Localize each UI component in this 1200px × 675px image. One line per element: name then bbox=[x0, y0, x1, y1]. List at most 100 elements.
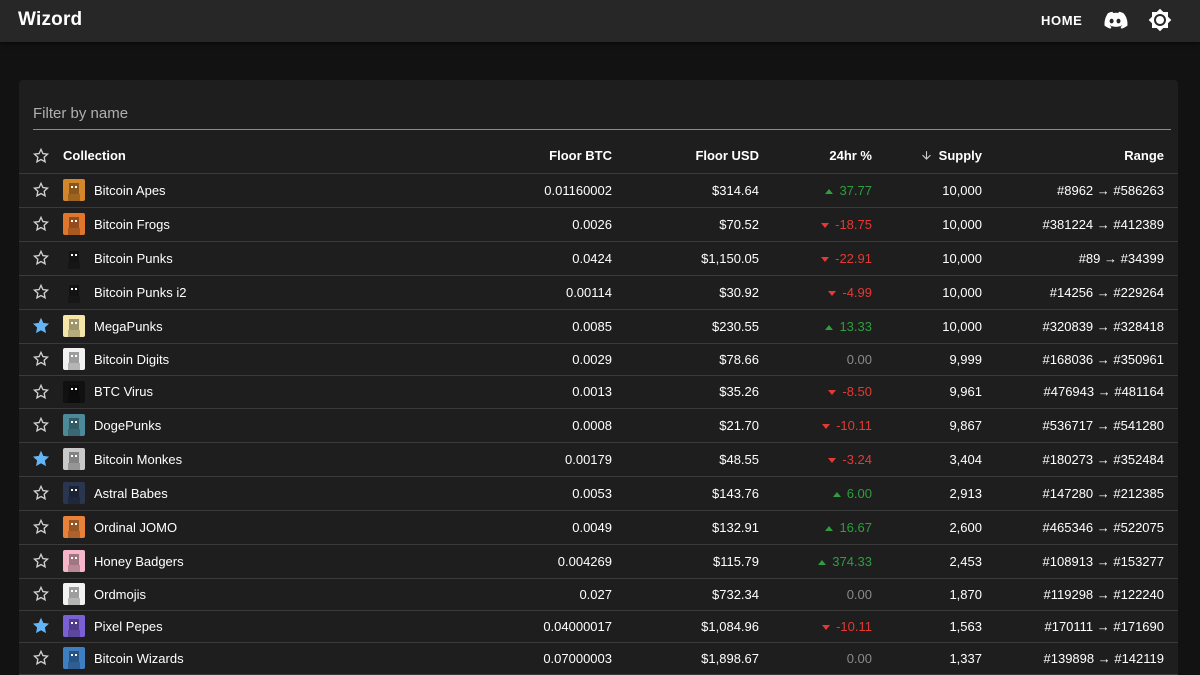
collection-avatar-art bbox=[68, 619, 80, 637]
trend-down-icon bbox=[822, 423, 831, 429]
collection-cell[interactable]: Bitcoin Wizards bbox=[63, 642, 443, 674]
table-row[interactable]: MegaPunks 0.0085 $230.55 13.33 10,000 #320839… bbox=[19, 309, 1178, 343]
table-row[interactable]: Bitcoin Wizards 0.07000003 $1,898.67 0.00 1,… bbox=[19, 642, 1178, 674]
filter-field[interactable] bbox=[33, 96, 1171, 130]
star-icon[interactable] bbox=[32, 147, 50, 165]
favorite-cell[interactable] bbox=[19, 544, 63, 578]
favorite-cell[interactable] bbox=[19, 275, 63, 309]
favorite-cell[interactable] bbox=[19, 241, 63, 275]
column-header-24hr-change[interactable]: 24hr % bbox=[759, 139, 872, 173]
collection-name[interactable]: Bitcoin Monkes bbox=[94, 452, 182, 467]
collection-cell[interactable]: Ordinal JOMO bbox=[63, 510, 443, 544]
table-row[interactable]: Pixel Pepes 0.04000017 $1,084.96 -10.11 1,56… bbox=[19, 610, 1178, 642]
favorite-cell[interactable] bbox=[19, 510, 63, 544]
collection-cell[interactable]: MegaPunks bbox=[63, 309, 443, 343]
star-icon[interactable] bbox=[32, 552, 50, 570]
collection-name[interactable]: DogePunks bbox=[94, 418, 161, 433]
star-icon[interactable] bbox=[32, 249, 50, 267]
star-icon[interactable] bbox=[32, 450, 50, 468]
collection-name[interactable]: Ordinal JOMO bbox=[94, 520, 177, 535]
collection-name[interactable]: Bitcoin Wizards bbox=[94, 651, 184, 666]
collection-cell[interactable]: Pixel Pepes bbox=[63, 610, 443, 642]
table-row[interactable]: Ordmojis 0.027 $732.34 0.00 1,870 #119298 → #… bbox=[19, 578, 1178, 610]
favorite-cell[interactable] bbox=[19, 173, 63, 207]
column-header-floor-usd[interactable]: Floor USD bbox=[627, 139, 759, 173]
star-icon[interactable] bbox=[32, 181, 50, 199]
table-row[interactable]: Bitcoin Punks i2 0.00114 $30.92 -4.99 10,000… bbox=[19, 275, 1178, 309]
collection-name[interactable]: Pixel Pepes bbox=[94, 619, 163, 634]
star-icon[interactable] bbox=[32, 283, 50, 301]
table-row[interactable]: Astral Babes 0.0053 $143.76 6.00 2,913 #14728… bbox=[19, 476, 1178, 510]
discord-button[interactable] bbox=[1102, 9, 1128, 33]
collection-name[interactable]: BTC Virus bbox=[94, 384, 153, 399]
star-icon[interactable] bbox=[32, 383, 50, 401]
favorite-cell[interactable] bbox=[19, 343, 63, 375]
header-star-cell[interactable] bbox=[19, 139, 63, 173]
star-icon[interactable] bbox=[32, 350, 50, 368]
favorite-cell[interactable] bbox=[19, 442, 63, 476]
table-row[interactable]: Bitcoin Punks 0.0424 $1,150.05 -22.91 10,000… bbox=[19, 241, 1178, 275]
collection-name[interactable]: Ordmojis bbox=[94, 587, 146, 602]
table-row[interactable]: BTC Virus 0.0013 $35.26 -8.50 9,961 #476943 →… bbox=[19, 375, 1178, 408]
favorite-cell[interactable] bbox=[19, 207, 63, 241]
favorite-cell[interactable] bbox=[19, 476, 63, 510]
table-row[interactable]: Bitcoin Frogs 0.0026 $70.52 -18.75 10,000 #38… bbox=[19, 207, 1178, 241]
collection-cell[interactable]: Bitcoin Monkes bbox=[63, 442, 443, 476]
supply-cell: 1,563 bbox=[949, 618, 982, 634]
star-icon[interactable] bbox=[32, 416, 50, 434]
collection-name[interactable]: Bitcoin Digits bbox=[94, 352, 169, 367]
collection-name[interactable]: Bitcoin Apes bbox=[94, 183, 166, 198]
favorite-cell[interactable] bbox=[19, 610, 63, 642]
collection-cell[interactable]: Bitcoin Punks bbox=[63, 241, 443, 275]
collection-cell[interactable]: Bitcoin Frogs bbox=[63, 207, 443, 241]
supply-cell: 3,404 bbox=[949, 451, 982, 467]
brightness-icon bbox=[1148, 8, 1172, 32]
change-24hr-cell: -22.91 bbox=[759, 241, 872, 275]
favorite-cell[interactable] bbox=[19, 309, 63, 343]
column-header-collection[interactable]: Collection bbox=[63, 139, 443, 173]
table-row[interactable]: Bitcoin Apes 0.01160002 $314.64 37.77 10,000… bbox=[19, 173, 1178, 207]
star-icon[interactable] bbox=[32, 484, 50, 502]
favorite-cell[interactable] bbox=[19, 578, 63, 610]
table-row[interactable]: Ordinal JOMO 0.0049 $132.91 16.67 2,600 #4653… bbox=[19, 510, 1178, 544]
favorite-cell[interactable] bbox=[19, 375, 63, 408]
column-header-supply[interactable]: Supply bbox=[872, 139, 982, 173]
star-icon[interactable] bbox=[32, 518, 50, 536]
star-icon[interactable] bbox=[32, 215, 50, 233]
collection-cell[interactable]: Astral Babes bbox=[63, 476, 443, 510]
collection-name[interactable]: Honey Badgers bbox=[94, 554, 184, 569]
collection-name[interactable]: Bitcoin Punks bbox=[94, 251, 173, 266]
star-icon[interactable] bbox=[32, 317, 50, 335]
collection-name[interactable]: MegaPunks bbox=[94, 319, 163, 334]
collection-cell[interactable]: Bitcoin Punks i2 bbox=[63, 275, 443, 309]
collection-cell[interactable]: DogePunks bbox=[63, 408, 443, 442]
app-title[interactable]: Wizord bbox=[18, 9, 82, 31]
table-row[interactable]: DogePunks 0.0008 $21.70 -10.11 9,867 #536717 … bbox=[19, 408, 1178, 442]
table-row[interactable]: Bitcoin Digits 0.0029 $78.66 0.00 9,999 #1680… bbox=[19, 343, 1178, 375]
collection-name[interactable]: Bitcoin Punks i2 bbox=[94, 285, 187, 300]
column-header-floor-btc[interactable]: Floor BTC bbox=[443, 139, 627, 173]
favorite-cell[interactable] bbox=[19, 642, 63, 674]
collection-name[interactable]: Astral Babes bbox=[94, 486, 168, 501]
collection-cell[interactable]: Bitcoin Apes bbox=[63, 173, 443, 207]
collection-cell[interactable]: Bitcoin Digits bbox=[63, 343, 443, 375]
star-icon[interactable] bbox=[32, 585, 50, 603]
floor-btc-cell: 0.004269 bbox=[557, 553, 612, 569]
table-row[interactable]: Honey Badgers 0.004269 $115.79 374.33 2,453 #… bbox=[19, 544, 1178, 578]
floor-usd-cell: $132.91 bbox=[712, 519, 759, 535]
floor-usd-cell: $230.55 bbox=[712, 318, 759, 334]
column-header-range[interactable]: Range bbox=[982, 139, 1178, 173]
collection-cell[interactable]: Honey Badgers bbox=[63, 544, 443, 578]
collection-cell[interactable]: BTC Virus bbox=[63, 375, 443, 408]
theme-toggle-button[interactable] bbox=[1148, 8, 1172, 32]
home-link[interactable]: HOME bbox=[1041, 13, 1082, 28]
table-row[interactable]: Bitcoin Monkes 0.00179 $48.55 -3.24 3,404 #18… bbox=[19, 442, 1178, 476]
favorite-cell[interactable] bbox=[19, 408, 63, 442]
star-icon[interactable] bbox=[32, 649, 50, 667]
trend-up-icon bbox=[825, 324, 834, 330]
collection-cell[interactable]: Ordmojis bbox=[63, 578, 443, 610]
collection-name[interactable]: Bitcoin Frogs bbox=[94, 217, 170, 232]
filter-input[interactable] bbox=[33, 96, 1171, 130]
star-icon[interactable] bbox=[32, 617, 50, 635]
floor-btc-cell: 0.0008 bbox=[572, 417, 612, 433]
